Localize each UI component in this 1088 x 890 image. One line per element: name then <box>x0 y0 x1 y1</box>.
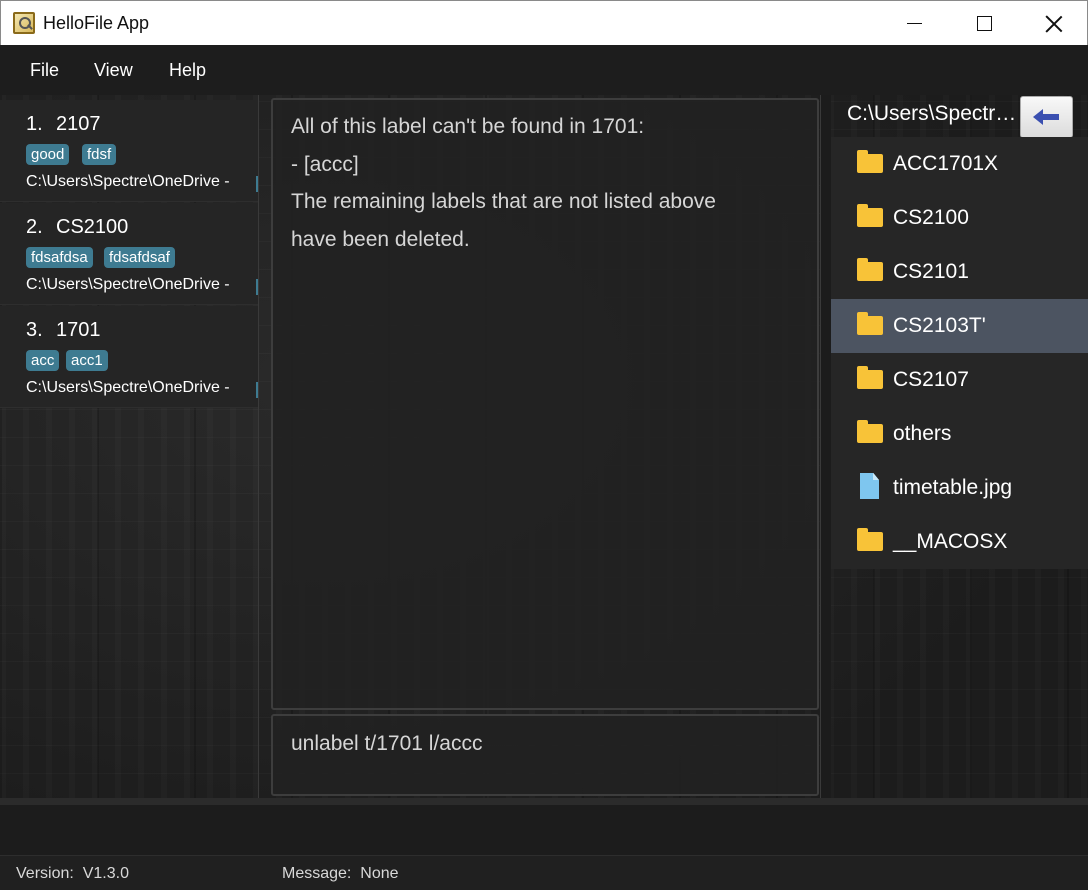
title-bar: HelloFile App <box>0 0 1088 45</box>
file-list-item[interactable]: CS2100 <box>831 191 1088 245</box>
menu-view[interactable]: View <box>94 60 133 81</box>
file-name: __MACOSX <box>893 530 1008 553</box>
label-list-panel: 1. 2107 good fdsf C:\Users\Spectre\OneDr… <box>0 95 259 798</box>
file-list-item[interactable]: others <box>831 407 1088 461</box>
tag-badge: acc <box>26 350 60 371</box>
file-list-item[interactable]: ACC1701X <box>831 137 1088 191</box>
truncated-badge <box>256 279 258 295</box>
tag-badge: good <box>26 144 70 165</box>
file-name: ACC1701X <box>893 152 999 175</box>
app-icon <box>13 12 35 34</box>
message-status: Message: None <box>282 865 399 883</box>
message-label: Message: <box>282 865 352 882</box>
item-index: 2. <box>26 216 43 238</box>
item-index: 1. <box>26 113 43 135</box>
list-item[interactable]: 3. 1701 acc acc1 C:\Users\Spectre\OneDri… <box>0 306 258 408</box>
folder-icon <box>857 312 883 335</box>
result-line: All of this label can't be found in 1701… <box>291 115 645 138</box>
command-text: unlabel t/1701 l/accc <box>291 732 483 755</box>
file-list-item[interactable]: CS2101 <box>831 245 1088 299</box>
bottom-divider <box>0 798 1088 805</box>
file-name: others <box>893 422 952 445</box>
arrow-left-icon <box>1032 109 1059 125</box>
maximize-icon <box>976 16 992 31</box>
item-path: C:\Users\Spectre\OneDrive - <box>26 379 230 396</box>
file-name: timetable.jpg <box>893 476 1013 499</box>
minimize-button[interactable] <box>879 1 949 46</box>
file-name: CS2100 <box>893 206 969 229</box>
window-title: HelloFile App <box>43 13 150 33</box>
folder-icon <box>857 366 883 389</box>
file-name: CS2101 <box>893 260 969 283</box>
tag-badge: fdsafdsa <box>26 247 93 268</box>
result-line: - [accc] <box>291 153 359 176</box>
back-button[interactable] <box>1020 96 1073 138</box>
truncated-badge <box>256 176 258 192</box>
item-name: CS2100 <box>56 216 129 238</box>
file-list-item[interactable]: __MACOSX <box>831 515 1088 569</box>
panel-divider <box>820 95 831 798</box>
menu-help[interactable]: Help <box>169 60 206 81</box>
item-path: C:\Users\Spectre\OneDrive - <box>26 276 230 293</box>
tag-badge: fdsafdsaf <box>104 247 175 268</box>
file-list-item[interactable]: CS2107 <box>831 353 1088 407</box>
result-line: The remaining labels that are not listed… <box>291 190 716 213</box>
file-name: CS2103T' <box>893 314 986 337</box>
menu-bar: File View Help <box>0 45 1088 95</box>
command-input[interactable]: unlabel t/1701 l/accc <box>271 714 819 796</box>
folder-icon <box>857 258 883 281</box>
folder-icon <box>857 420 883 443</box>
version-label: Version: <box>16 865 74 882</box>
folder-icon <box>857 150 883 173</box>
truncated-badge <box>256 382 258 398</box>
version-value: V1.3.0 <box>82 865 129 882</box>
list-item[interactable]: 1. 2107 good fdsf C:\Users\Spectre\OneDr… <box>0 100 258 202</box>
file-name: CS2107 <box>893 368 969 391</box>
close-icon <box>1045 15 1063 33</box>
minimize-icon <box>906 23 922 24</box>
file-list-item-selected[interactable]: CS2103T' <box>831 299 1088 353</box>
bottom-toolbar <box>0 805 1088 855</box>
tag-badge: fdsf <box>82 144 117 165</box>
folder-icon <box>857 204 883 227</box>
status-bar: Version: V1.3.0 Message: None <box>0 855 1088 890</box>
close-button[interactable] <box>1019 1 1088 46</box>
menu-file[interactable]: File <box>30 60 59 81</box>
file-list-item[interactable]: timetable.jpg <box>831 461 1088 515</box>
version-status: Version: V1.3.0 <box>16 865 129 883</box>
folder-icon <box>857 528 883 551</box>
item-path: C:\Users\Spectre\OneDrive - <box>26 173 230 190</box>
message-value: None <box>360 865 399 882</box>
item-index: 3. <box>26 319 43 341</box>
item-name: 2107 <box>56 113 101 135</box>
current-path: C:\Users\Spectre\OneDrive <box>847 102 1017 125</box>
maximize-button[interactable] <box>949 1 1019 46</box>
item-name: 1701 <box>56 319 101 341</box>
list-item[interactable]: 2. CS2100 fdsafdsa fdsafdsaf C:\Users\Sp… <box>0 203 258 305</box>
file-icon <box>860 473 879 499</box>
result-display: All of this label can't be found in 1701… <box>271 98 819 710</box>
file-browser-panel: C:\Users\Spectre\OneDrive ACC1701X CS210… <box>831 95 1088 798</box>
result-line: have been deleted. <box>291 228 470 251</box>
tag-badge: acc1 <box>66 350 108 371</box>
